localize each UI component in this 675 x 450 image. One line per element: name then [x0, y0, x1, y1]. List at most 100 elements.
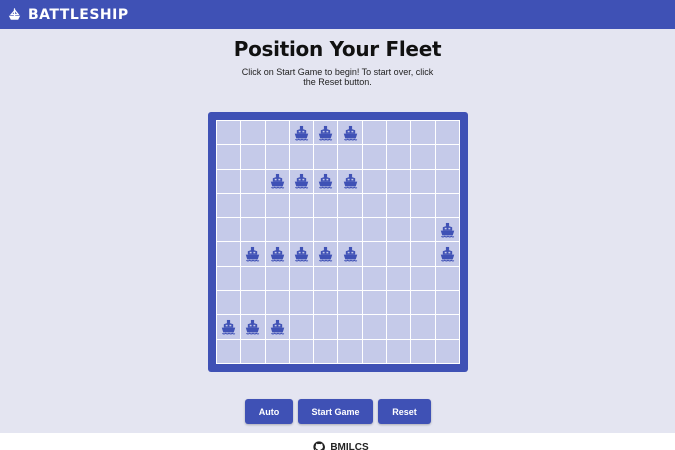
board-cell[interactable]	[241, 266, 265, 291]
board-cell[interactable]	[435, 291, 459, 315]
reset-button[interactable]: Reset	[378, 399, 431, 424]
board-cell[interactable]	[362, 266, 387, 291]
start-game-button[interactable]: Start Game	[298, 399, 373, 424]
board-cell[interactable]	[289, 266, 314, 291]
board-cell[interactable]	[338, 242, 362, 266]
board-cell[interactable]	[387, 218, 411, 242]
board-cell[interactable]	[435, 193, 459, 218]
board-cell[interactable]	[435, 169, 459, 193]
board-cell[interactable]	[217, 266, 241, 291]
board-cell[interactable]	[387, 121, 411, 145]
board-cell[interactable]	[314, 121, 338, 145]
board-cell[interactable]	[387, 193, 411, 218]
board-cell[interactable]	[241, 218, 265, 242]
board-cell[interactable]	[217, 121, 241, 145]
board-cell[interactable]	[411, 218, 435, 242]
board-cell[interactable]	[217, 242, 241, 266]
board-cell[interactable]	[289, 218, 314, 242]
board-cell[interactable]	[314, 145, 338, 169]
board-cell[interactable]	[217, 145, 241, 169]
board-cell[interactable]	[411, 121, 435, 145]
board-cell[interactable]	[289, 169, 314, 193]
board-cell[interactable]	[217, 193, 241, 218]
board-cell[interactable]	[387, 145, 411, 169]
board-cell[interactable]	[314, 169, 338, 193]
board-cell[interactable]	[265, 169, 289, 193]
board-cell[interactable]	[314, 266, 338, 291]
board-cell[interactable]	[411, 169, 435, 193]
board-cell[interactable]	[338, 315, 362, 339]
board-cell[interactable]	[265, 145, 289, 169]
board-cell[interactable]	[314, 193, 338, 218]
board-cell[interactable]	[338, 169, 362, 193]
board-cell[interactable]	[362, 169, 387, 193]
board-cell[interactable]	[338, 145, 362, 169]
auto-button[interactable]: Auto	[245, 399, 293, 424]
board-cell[interactable]	[289, 291, 314, 315]
board-cell[interactable]	[411, 242, 435, 266]
board-cell[interactable]	[435, 145, 459, 169]
board-cell[interactable]	[241, 242, 265, 266]
board-cell[interactable]	[314, 315, 338, 339]
board-cell[interactable]	[289, 121, 314, 145]
board-cell[interactable]	[387, 339, 411, 363]
board-cell[interactable]	[241, 193, 265, 218]
board-cell[interactable]	[265, 315, 289, 339]
board-cell[interactable]	[314, 218, 338, 242]
board-cell[interactable]	[362, 121, 387, 145]
board-cell[interactable]	[241, 145, 265, 169]
board-cell[interactable]	[435, 242, 459, 266]
board-cell[interactable]	[314, 339, 338, 363]
board-cell[interactable]	[387, 169, 411, 193]
board-cell[interactable]	[217, 218, 241, 242]
board-cell[interactable]	[387, 291, 411, 315]
board-cell[interactable]	[265, 242, 289, 266]
board-cell[interactable]	[338, 218, 362, 242]
board-cell[interactable]	[435, 315, 459, 339]
board-cell[interactable]	[387, 242, 411, 266]
board-cell[interactable]	[435, 266, 459, 291]
board-cell[interactable]	[265, 193, 289, 218]
board-cell[interactable]	[265, 291, 289, 315]
board-cell[interactable]	[241, 339, 265, 363]
board-cell[interactable]	[338, 291, 362, 315]
board-cell[interactable]	[362, 339, 387, 363]
board-cell[interactable]	[411, 339, 435, 363]
board-cell[interactable]	[314, 291, 338, 315]
board-cell[interactable]	[289, 315, 314, 339]
board-cell[interactable]	[241, 121, 265, 145]
board-cell[interactable]	[411, 266, 435, 291]
board-cell[interactable]	[387, 266, 411, 291]
board-cell[interactable]	[435, 339, 459, 363]
board-cell[interactable]	[362, 242, 387, 266]
board-cell[interactable]	[217, 339, 241, 363]
board-cell[interactable]	[314, 242, 338, 266]
board-cell[interactable]	[362, 291, 387, 315]
board-cell[interactable]	[217, 315, 241, 339]
board-cell[interactable]	[241, 169, 265, 193]
board-cell[interactable]	[217, 291, 241, 315]
board-cell[interactable]	[362, 193, 387, 218]
footer-github-link[interactable]: BMILCS	[313, 441, 369, 450]
board-cell[interactable]	[289, 339, 314, 363]
board-cell[interactable]	[289, 145, 314, 169]
board-cell[interactable]	[265, 339, 289, 363]
board-cell[interactable]	[411, 193, 435, 218]
board-cell[interactable]	[338, 121, 362, 145]
board-cell[interactable]	[411, 315, 435, 339]
board-cell[interactable]	[362, 315, 387, 339]
board-cell[interactable]	[265, 218, 289, 242]
board-cell[interactable]	[241, 315, 265, 339]
board-cell[interactable]	[289, 242, 314, 266]
board-cell[interactable]	[362, 218, 387, 242]
board-cell[interactable]	[241, 291, 265, 315]
board-cell[interactable]	[265, 121, 289, 145]
board-cell[interactable]	[338, 193, 362, 218]
board-cell[interactable]	[411, 291, 435, 315]
board-cell[interactable]	[289, 193, 314, 218]
board-cell[interactable]	[338, 339, 362, 363]
board-cell[interactable]	[435, 121, 459, 145]
board-cell[interactable]	[217, 169, 241, 193]
board-cell[interactable]	[411, 145, 435, 169]
board-cell[interactable]	[362, 145, 387, 169]
